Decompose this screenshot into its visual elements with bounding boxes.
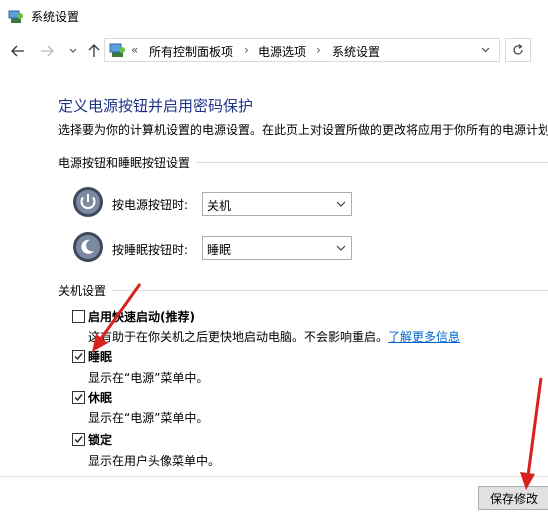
- breadcrumb-overflow[interactable]: «: [131, 43, 138, 57]
- recent-locations-button[interactable]: [63, 41, 83, 61]
- chevron-down-icon[interactable]: [481, 47, 490, 53]
- power-button-label: 按电源按钮时:: [112, 198, 189, 212]
- breadcrumb-separator: ›: [316, 43, 321, 57]
- sleep-description: 显示在“电源”菜单中。: [88, 371, 209, 385]
- sleep-button-action-value: 睡眠: [207, 243, 232, 257]
- back-button[interactable]: [8, 41, 28, 61]
- refresh-icon: [513, 44, 523, 55]
- shutdown-section-title: 关机设置: [58, 282, 113, 299]
- chevron-down-icon: [336, 245, 346, 251]
- save-changes-button[interactable]: 保存修改: [478, 486, 548, 510]
- sleep-button-icon: [73, 232, 103, 262]
- hibernate-label[interactable]: 休眠: [88, 389, 112, 406]
- page-title: 定义电源按钮并启用密码保护: [58, 97, 254, 115]
- sleep-button-action-select[interactable]: 睡眠: [202, 236, 352, 260]
- checkmark-icon: [74, 394, 83, 402]
- hibernate-description: 显示在“电源”菜单中。: [88, 411, 209, 425]
- breadcrumb-separator: ›: [244, 43, 249, 57]
- learn-more-link[interactable]: 了解更多信息: [388, 330, 460, 344]
- lock-description: 显示在用户头像菜单中。: [88, 454, 221, 468]
- power-button-action-select[interactable]: 关机: [202, 192, 352, 216]
- power-button-icon: [73, 187, 103, 217]
- up-arrow-icon: [88, 44, 100, 57]
- fast-startup-checkbox[interactable]: [72, 310, 85, 323]
- back-arrow-icon: [11, 45, 24, 57]
- hibernate-checkbox[interactable]: [72, 391, 85, 404]
- sleep-button-label: 按睡眠按钮时:: [112, 243, 189, 257]
- breadcrumb-all-control-panel[interactable]: 所有控制面板项: [149, 43, 233, 60]
- section-divider: [60, 290, 548, 291]
- window-title: 系统设置: [31, 10, 80, 24]
- forward-arrow-icon: [41, 45, 54, 57]
- footer-divider: [0, 476, 548, 477]
- page-description: 选择要为你的计算机设置的电源设置。在此页上对设置所做的更改将应用于你所有的电源计…: [58, 123, 548, 137]
- lock-checkbox[interactable]: [72, 433, 85, 446]
- address-bar[interactable]: « 所有控制面板项 › 电源选项 › 系统设置: [104, 38, 500, 62]
- sleep-label[interactable]: 睡眠: [88, 348, 112, 365]
- breadcrumb-system-settings[interactable]: 系统设置: [332, 43, 380, 60]
- sleep-checkbox[interactable]: [72, 350, 85, 363]
- control-panel-icon: [109, 43, 125, 57]
- control-panel-icon: [8, 10, 23, 23]
- title-bar: 系统设置: [0, 0, 548, 32]
- fast-startup-description: 这有助于在你关机之后更快地启动电脑。不会影响重启。了解更多信息: [88, 328, 460, 345]
- lock-label[interactable]: 锁定: [88, 431, 112, 448]
- power-button-action-value: 关机: [207, 199, 232, 213]
- chevron-down-icon: [336, 201, 346, 207]
- up-button[interactable]: [84, 41, 104, 61]
- breadcrumb-power-options[interactable]: 电源选项: [258, 43, 306, 60]
- fast-startup-description-text: 这有助于在你关机之后更快地启动电脑。不会影响重启。: [88, 330, 389, 344]
- fast-startup-label[interactable]: 启用快速启动(推荐): [88, 308, 195, 325]
- annotation-arrow-save: [526, 377, 543, 477]
- refresh-button[interactable]: [505, 38, 531, 62]
- buttons-section-title: 电源按钮和睡眠按钮设置: [58, 154, 197, 171]
- checkmark-icon: [74, 436, 83, 444]
- forward-button[interactable]: [37, 41, 57, 61]
- chevron-down-icon: [69, 48, 77, 53]
- checkmark-icon: [74, 353, 83, 361]
